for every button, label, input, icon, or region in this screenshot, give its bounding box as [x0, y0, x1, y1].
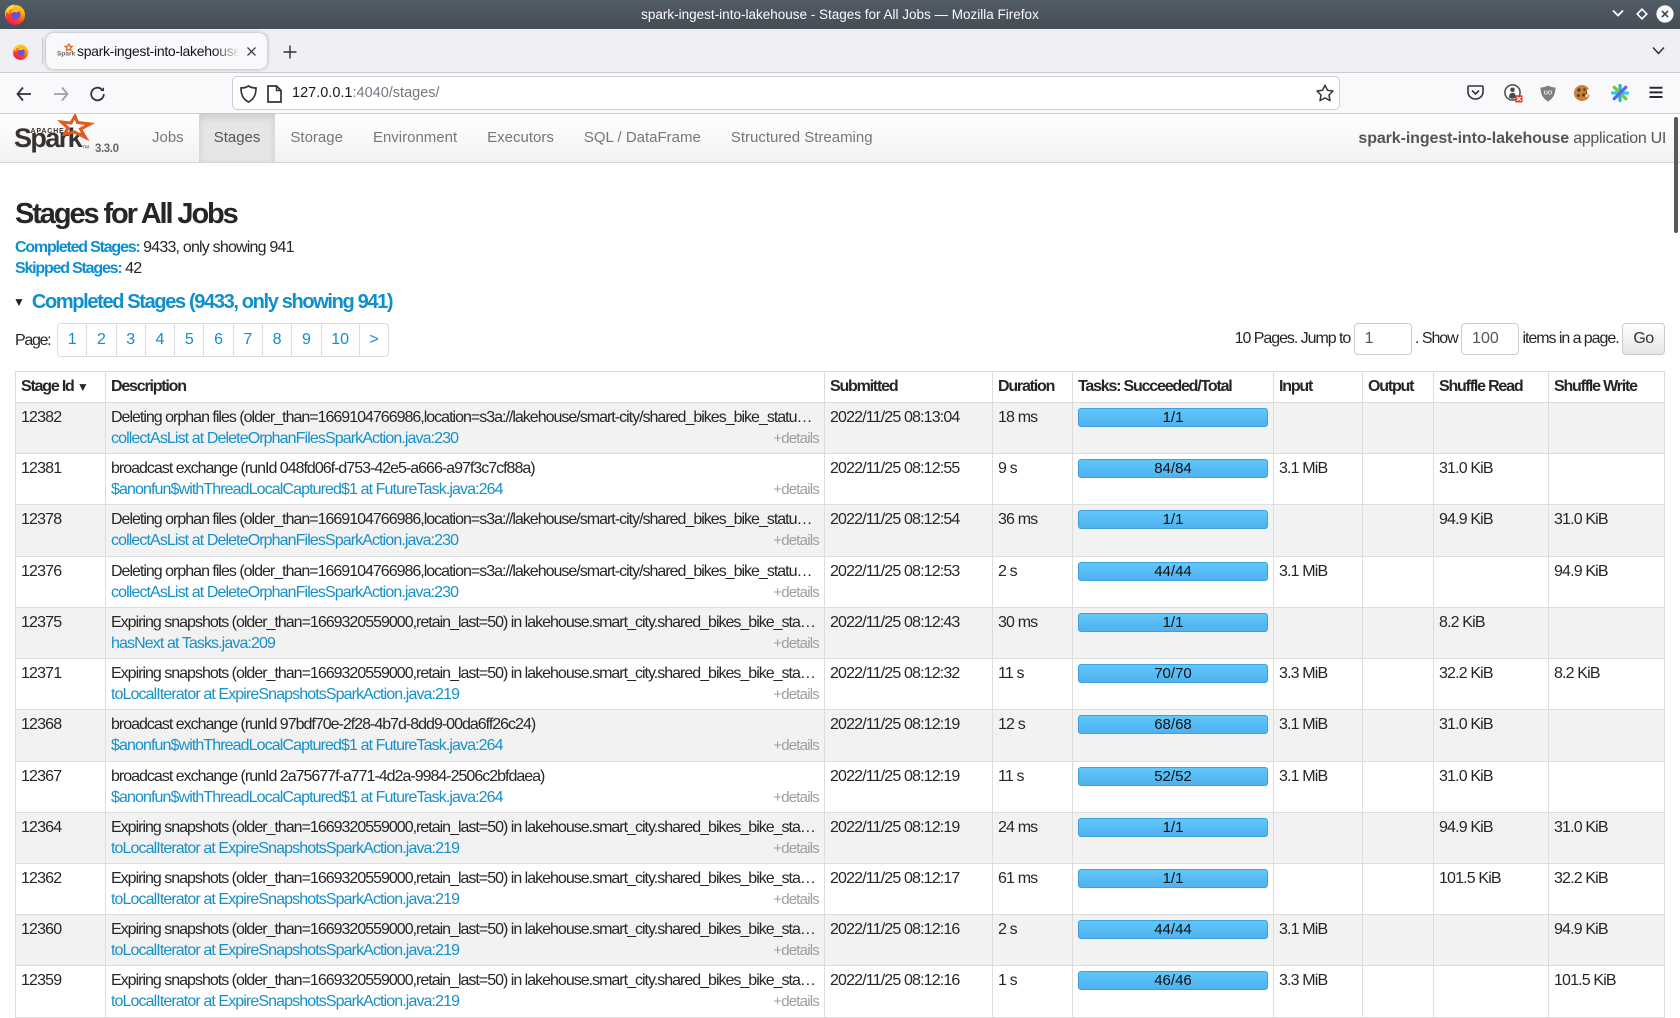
- svg-text:UO: UO: [1544, 91, 1553, 97]
- svg-text:TM: TM: [83, 145, 90, 150]
- svg-text:Spark: Spark: [57, 50, 76, 57]
- svg-text:APACHE: APACHE: [31, 128, 65, 135]
